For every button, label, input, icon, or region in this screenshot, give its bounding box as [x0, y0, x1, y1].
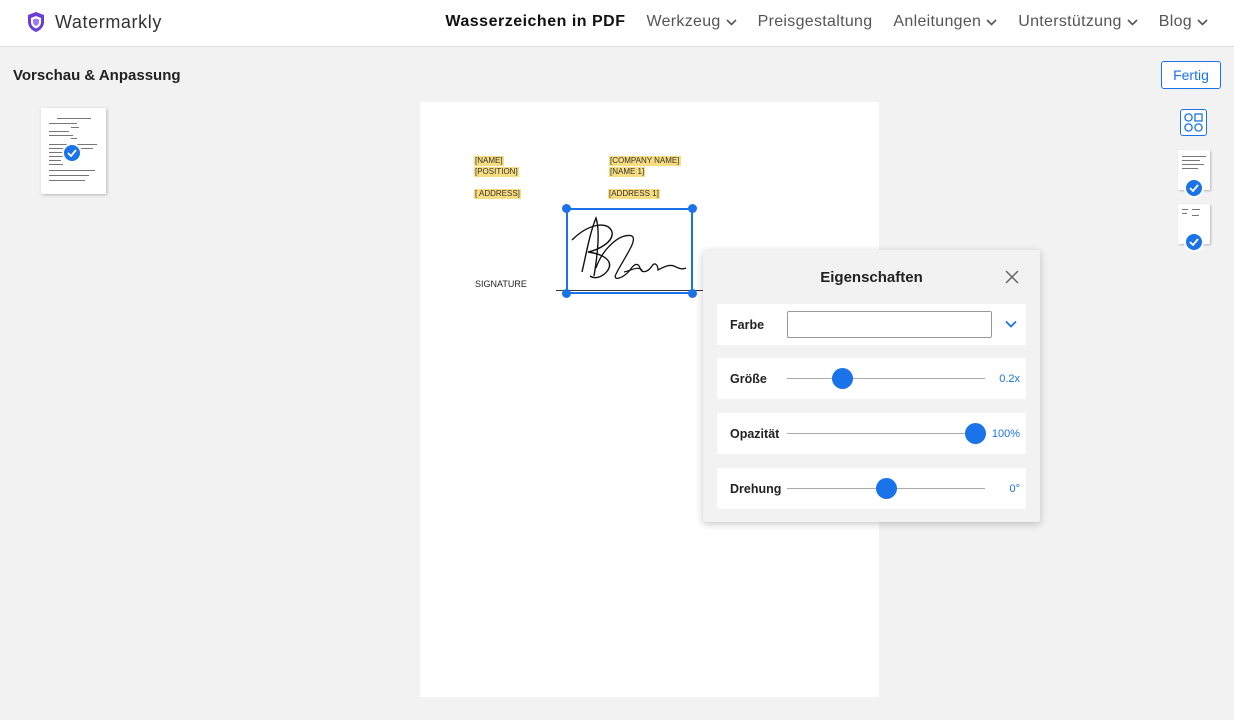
color-input[interactable] — [787, 311, 992, 338]
nav-item-blog[interactable]: Blog — [1159, 13, 1208, 31]
thumb-line — [49, 131, 69, 132]
nav-item-guides[interactable]: Anleitungen — [893, 13, 997, 31]
resize-handle[interactable] — [562, 289, 571, 298]
selected-check-badge — [1184, 232, 1204, 252]
check-icon — [1189, 238, 1199, 246]
resize-handle[interactable] — [562, 204, 571, 213]
chevron-down-icon[interactable] — [1005, 320, 1017, 328]
rotation-value: 0° — [1009, 483, 1020, 495]
thumb-line — [49, 170, 95, 171]
nav-item-pdf-watermark[interactable]: Wasserzeichen in PDF — [445, 13, 625, 31]
page-thumbnail[interactable] — [41, 108, 106, 194]
thumb-line — [1182, 168, 1198, 169]
done-button[interactable]: Fertig — [1161, 61, 1221, 89]
thumb-line — [57, 118, 91, 119]
nav-item-label: Wasserzeichen in PDF — [445, 13, 626, 30]
nav-item-label: Preisgestaltung — [757, 13, 873, 30]
opacity-slider-track[interactable] — [787, 433, 985, 434]
size-label: Größe — [730, 372, 767, 386]
layout-grid-button[interactable] — [1180, 109, 1207, 136]
chevron-down-icon — [1127, 18, 1138, 26]
nav-item-label: Anleitungen — [893, 13, 982, 30]
thumb-line — [49, 123, 77, 124]
thumb-line — [1192, 215, 1199, 216]
watermark-thumbnail[interactable] — [1178, 204, 1210, 252]
thumb-line — [1182, 156, 1206, 157]
nav-item-label: Werkzeug — [646, 13, 721, 30]
field-address-1: [ADDRESS 1] — [608, 189, 660, 199]
layout-grid-icon — [1184, 113, 1203, 132]
page-title: Vorschau & Anpassung — [13, 67, 181, 84]
color-label: Farbe — [730, 318, 765, 332]
signature-watermark[interactable] — [562, 204, 697, 298]
nav-item-tools[interactable]: Werkzeug — [646, 13, 737, 31]
nav-item-pricing[interactable]: Preisgestaltung — [758, 13, 873, 31]
rotation-label: Drehung — [730, 482, 782, 496]
opacity-slider-thumb[interactable] — [965, 423, 987, 444]
thumb-line — [1192, 209, 1200, 210]
thumb-line — [49, 180, 85, 181]
resize-handle[interactable] — [688, 204, 697, 213]
field-position: [POSITION] — [474, 167, 519, 177]
size-slider-track[interactable] — [787, 378, 985, 379]
field-address: [ ADDRESS] — [474, 189, 521, 199]
brand-name: Watermarkly — [55, 11, 162, 32]
thumb-line — [1182, 164, 1204, 165]
shield-logo-icon — [28, 12, 44, 32]
size-value: 0.2x — [999, 373, 1020, 385]
field-name-1: [NAME 1] — [609, 167, 646, 177]
thumb-line — [49, 135, 73, 136]
resize-handle[interactable] — [688, 289, 697, 298]
size-slider-thumb[interactable] — [832, 368, 854, 389]
nav-item-support[interactable]: Unterstützung — [1018, 13, 1138, 31]
color-row: Farbe — [717, 304, 1026, 345]
field-name: [NAME] — [474, 156, 504, 166]
selected-check-badge — [1184, 178, 1204, 198]
thumb-line — [1182, 209, 1188, 210]
thumb-line — [1182, 213, 1187, 214]
brand[interactable]: Watermarkly — [26, 11, 162, 33]
thumb-line — [71, 138, 77, 139]
check-icon — [1189, 184, 1199, 192]
field-company-name: [COMPANY NAME] — [609, 156, 681, 166]
thumb-line — [71, 127, 79, 128]
top-header: Watermarkly Wasserzeichen in PDF Werkzeu… — [0, 0, 1234, 47]
opacity-label: Opazität — [730, 427, 780, 441]
rotation-slider-thumb[interactable] — [876, 478, 897, 499]
properties-panel: Eigenschaften Farbe Größe 0.2x Opazität … — [703, 250, 1040, 522]
thumb-line — [1182, 160, 1200, 161]
nav-item-label: Unterstützung — [1018, 13, 1122, 30]
signature-label: SIGNATURE — [475, 279, 527, 289]
opacity-row: Opazität 100% — [717, 413, 1026, 454]
chevron-down-icon — [986, 18, 997, 26]
thumb-line — [49, 175, 89, 176]
selected-check-badge — [62, 143, 82, 163]
opacity-value: 100% — [991, 428, 1020, 440]
nav-item-label: Blog — [1158, 13, 1192, 30]
thumb-line — [49, 164, 63, 165]
chevron-down-icon — [1197, 18, 1208, 26]
chevron-down-icon — [726, 18, 737, 26]
main-nav: Wasserzeichen in PDF Werkzeug Preisgesta… — [424, 13, 1208, 31]
thumb-line — [49, 156, 63, 157]
panel-title: Eigenschaften — [820, 269, 923, 286]
check-icon — [67, 149, 77, 157]
thumb-line — [49, 160, 61, 161]
watermark-thumbnail[interactable] — [1178, 150, 1210, 198]
close-icon[interactable] — [1004, 269, 1020, 285]
size-row: Größe 0.2x — [717, 358, 1026, 399]
signature-image — [571, 216, 687, 280]
rotation-row: Drehung 0° — [717, 468, 1026, 509]
